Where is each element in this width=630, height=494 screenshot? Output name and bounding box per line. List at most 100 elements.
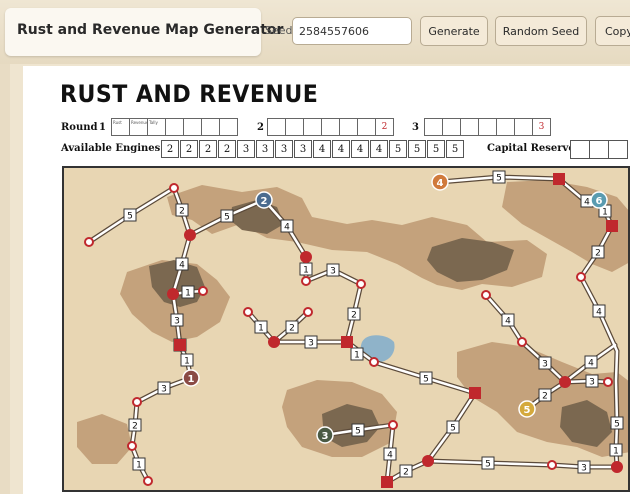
waypoint[interactable] — [198, 286, 208, 296]
round3-cell[interactable] — [478, 118, 497, 136]
track-cost-value: 1 — [613, 447, 619, 457]
engine-cell[interactable]: 4 — [313, 140, 331, 158]
waypoint[interactable] — [356, 279, 366, 289]
engine-cell[interactable]: 3 — [237, 140, 255, 158]
station[interactable] — [300, 251, 312, 263]
engine-cell[interactable]: 4 — [370, 140, 388, 158]
round3-cell[interactable] — [496, 118, 515, 136]
depot[interactable] — [174, 339, 186, 351]
depot[interactable] — [606, 220, 618, 232]
engine-cell[interactable]: 3 — [275, 140, 293, 158]
city-1-marker[interactable]: 1 — [182, 369, 200, 387]
city-3-marker[interactable]: 3 — [316, 426, 334, 444]
game-map[interactable]: 52544113321231132154512443432554253153 — [62, 166, 630, 492]
waypoint[interactable] — [576, 272, 586, 282]
station[interactable] — [559, 376, 571, 388]
waypoint[interactable] — [481, 290, 491, 300]
engine-cell[interactable]: 2 — [199, 140, 217, 158]
capital-cell[interactable] — [570, 140, 590, 159]
city-label: 4 — [437, 178, 444, 189]
round1-cell[interactable]: Revenue — [129, 118, 148, 136]
track-cost-label: 2 — [285, 320, 299, 334]
seed-input[interactable] — [292, 17, 412, 45]
random-seed-button[interactable]: Random Seed — [495, 16, 587, 46]
engine-cell[interactable]: 3 — [294, 140, 312, 158]
track-cost-value: 3 — [542, 360, 548, 370]
depot[interactable] — [341, 336, 353, 348]
waypoint[interactable] — [243, 307, 253, 317]
city-6-marker[interactable]: 6 — [590, 191, 608, 209]
engine-cell[interactable]: 2 — [161, 140, 179, 158]
round2-cell[interactable] — [321, 118, 340, 136]
track-cost-label: 5 — [481, 456, 495, 470]
round2-cell[interactable] — [357, 118, 376, 136]
round2-cell[interactable] — [303, 118, 322, 136]
capital-cell[interactable] — [608, 140, 628, 159]
round2-cell[interactable] — [339, 118, 358, 136]
engine-cell[interactable]: 4 — [351, 140, 369, 158]
waypoint[interactable] — [84, 237, 94, 247]
waypoint[interactable] — [303, 307, 313, 317]
track-cost-value: 4 — [387, 451, 393, 461]
station[interactable] — [422, 455, 434, 467]
depot[interactable] — [553, 173, 565, 185]
round1-cell[interactable]: Rust — [111, 118, 130, 136]
capital-cell[interactable] — [589, 140, 609, 159]
waypoint[interactable] — [301, 276, 311, 286]
depot[interactable] — [469, 387, 481, 399]
track-cost-value: 2 — [595, 249, 601, 259]
round3-cell[interactable] — [442, 118, 461, 136]
round1-cell[interactable] — [183, 118, 202, 136]
depot[interactable] — [381, 476, 393, 488]
engine-cell[interactable]: 2 — [180, 140, 198, 158]
round2-final-cell[interactable]: 2 — [375, 118, 394, 136]
waypoint[interactable] — [369, 357, 379, 367]
city-4-marker[interactable]: 4 — [431, 173, 449, 191]
waypoint[interactable] — [143, 476, 153, 486]
engine-cell[interactable]: 4 — [332, 140, 350, 158]
track-cost-value: 3 — [330, 267, 336, 277]
round1-cell[interactable]: Tally — [147, 118, 166, 136]
round1-cell[interactable] — [219, 118, 238, 136]
waypoint[interactable] — [517, 337, 527, 347]
city-5-marker[interactable]: 5 — [518, 400, 536, 418]
track-cost-value: 1 — [303, 266, 309, 276]
engine-cell[interactable]: 5 — [427, 140, 445, 158]
track-cost-label: 3 — [304, 335, 318, 349]
engine-cell[interactable]: 2 — [218, 140, 236, 158]
seed-label: Seed — [265, 24, 293, 37]
engine-cell[interactable]: 5 — [389, 140, 407, 158]
waypoint[interactable] — [603, 377, 613, 387]
track-cost-value: 4 — [588, 359, 594, 369]
round-number-3: 3 — [412, 122, 419, 133]
city-2-marker[interactable]: 2 — [255, 191, 273, 209]
track-cost-label: 4 — [280, 219, 294, 233]
waypoint[interactable] — [127, 441, 137, 451]
round2-cell[interactable] — [285, 118, 304, 136]
round2-cell[interactable] — [267, 118, 286, 136]
track-cost-label: 4 — [584, 355, 598, 369]
track-cost-value: 4 — [179, 261, 185, 271]
waypoint[interactable] — [169, 183, 179, 193]
round3-cell[interactable] — [514, 118, 533, 136]
round3-cell[interactable] — [424, 118, 443, 136]
waypoint[interactable] — [388, 420, 398, 430]
round1-cell[interactable] — [201, 118, 220, 136]
track-cost-value: 5 — [496, 174, 502, 184]
engine-cell[interactable]: 5 — [408, 140, 426, 158]
station[interactable] — [268, 336, 280, 348]
station[interactable] — [611, 461, 623, 473]
waypoint[interactable] — [547, 460, 557, 470]
track-cost-label: 3 — [585, 374, 599, 388]
engine-cell[interactable]: 3 — [256, 140, 274, 158]
waypoint[interactable] — [132, 397, 142, 407]
generate-button[interactable]: Generate — [420, 16, 488, 46]
station[interactable] — [167, 288, 179, 300]
copy-button[interactable]: Copy — [595, 16, 630, 46]
round3-final-cell[interactable]: 3 — [532, 118, 551, 136]
round3-cell[interactable] — [460, 118, 479, 136]
round1-cell[interactable] — [165, 118, 184, 136]
engine-cell[interactable]: 5 — [446, 140, 464, 158]
track-cost-label: 2 — [128, 418, 142, 432]
station[interactable] — [184, 229, 196, 241]
